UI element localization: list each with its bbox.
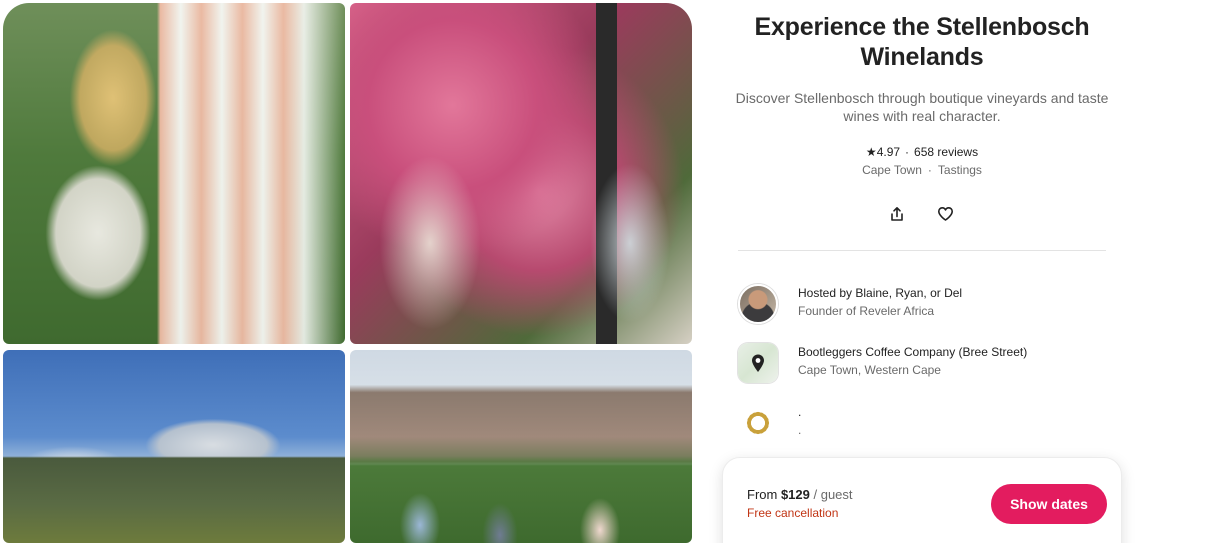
location-link[interactable]: Cape Town: [862, 163, 922, 177]
save-button[interactable]: [934, 204, 956, 224]
map-pin-icon: [752, 354, 764, 372]
price-line: From $129 / guest: [747, 487, 853, 503]
meeting-point-row[interactable]: Bootleggers Coffee Company (Bree Street)…: [738, 343, 1118, 383]
host-subtitle: Founder of Reveler Africa: [798, 304, 935, 318]
share-button[interactable]: [886, 204, 908, 224]
category-link[interactable]: Tastings: [938, 163, 982, 177]
meeting-point-subtitle: Cape Town, Western Cape: [798, 363, 941, 377]
photo-mountain-sky[interactable]: [3, 350, 345, 543]
action-bar: [886, 204, 958, 224]
badge-row: . .: [738, 403, 1118, 443]
page-title: Experience the Stellenbosch Winelands: [754, 13, 1090, 71]
price-prefix: From: [747, 487, 781, 502]
show-dates-button[interactable]: Show dates: [991, 484, 1107, 524]
badge-subtitle: .: [798, 423, 802, 437]
meeting-point-title: Bootleggers Coffee Company (Bree Street): [798, 345, 1028, 359]
free-cancellation-link[interactable]: Free cancellation: [747, 506, 838, 521]
host-avatar: [738, 284, 778, 324]
separator: ·: [905, 145, 910, 159]
heart-icon: [937, 207, 953, 221]
rating-summary: ★4.97 · 658 reviews: [722, 143, 1122, 161]
badge-title: .: [798, 405, 802, 419]
experience-header: Experience the Stellenbosch Winelands Di…: [722, 12, 1122, 179]
rating-value: 4.97: [876, 145, 901, 159]
map-tile: [738, 343, 778, 383]
price-unit: / guest: [809, 487, 853, 502]
photo-gallery: [3, 3, 692, 543]
share-icon: [891, 207, 903, 221]
section-divider: [738, 250, 1106, 251]
badge-icon: [738, 403, 778, 443]
host-title: Hosted by Blaine, Ryan, or Del: [798, 286, 963, 300]
separator: ·: [927, 163, 932, 177]
location-category: Cape Town · Tastings: [722, 161, 1122, 179]
star-icon: ★: [865, 145, 877, 159]
photo-group-tour-mountains[interactable]: [350, 350, 692, 543]
price-value: $129: [780, 487, 810, 502]
reviews-link[interactable]: 658 reviews: [914, 145, 978, 159]
photo-women-drinking-wine[interactable]: [350, 3, 692, 344]
experience-description: Discover Stellenbosch through boutique v…: [735, 90, 1109, 124]
photo-couple-wine-pour[interactable]: [3, 3, 345, 344]
host-row[interactable]: Hosted by Blaine, Ryan, or Del Founder o…: [738, 284, 1118, 324]
booking-card: From $129 / guest Free cancellation Show…: [722, 457, 1122, 543]
